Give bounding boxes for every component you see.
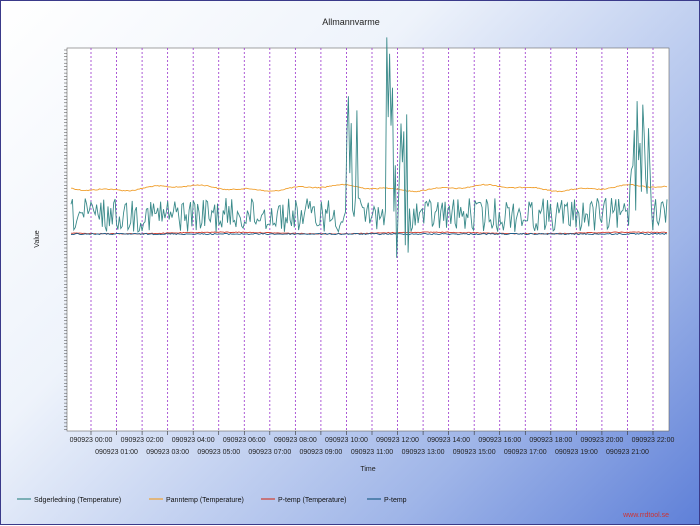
x-tick-label: 090923 16:00 xyxy=(478,437,521,444)
watermark: www.rrdtool.se xyxy=(622,512,669,519)
x-tick-label: 090923 14:00 xyxy=(427,437,470,444)
x-tick-label: 090923 05:00 xyxy=(197,449,240,456)
x-axis-label: Time xyxy=(360,466,375,473)
x-tick-label: 090923 17:00 xyxy=(504,449,547,456)
x-tick-label: 090923 03:00 xyxy=(146,449,189,456)
legend-label: P-temp (Temperature) xyxy=(278,497,346,504)
legend-label: P-temp xyxy=(384,497,407,504)
x-axis: 090923 00:00 090923 01:00 090923 02:00 0909… xyxy=(70,431,675,456)
y-axis xyxy=(64,49,67,430)
legend: Sdgerledning (Temperature) Panntemp (Temp… xyxy=(17,497,407,504)
legend-label: Panntemp (Temperature) xyxy=(166,497,244,504)
chart-svg: Allmannvarme 090923 00:00090923 01:00090… xyxy=(17,17,675,519)
x-tick-label: 090923 22:00 xyxy=(632,437,675,444)
x-tick-label: 090923 20:00 xyxy=(580,437,623,444)
x-tick-label: 090923 09:00 xyxy=(299,449,342,456)
x-tick-label: 090923 01:00 xyxy=(95,449,138,456)
x-tick-label: 090923 07:00 xyxy=(248,449,291,456)
x-tick-label: 090923 11:00 xyxy=(351,449,393,456)
x-tick-label: 090923 00:00 xyxy=(70,437,113,444)
x-tick-label: 090923 04:00 xyxy=(172,437,215,444)
x-tick-label: 090923 21:00 xyxy=(606,449,649,456)
plot-area xyxy=(66,47,670,432)
x-tick-label: 090923 02:00 xyxy=(121,437,164,444)
x-tick-label: 090923 18:00 xyxy=(529,437,572,444)
x-tick-label: 090923 13:00 xyxy=(402,449,445,456)
x-tick-label: 090923 10:00 xyxy=(325,437,368,444)
chart-title: Allmannvarme xyxy=(322,17,380,27)
x-tick-label: 090923 08:00 xyxy=(274,437,317,444)
x-tick-label: 090923 06:00 xyxy=(223,437,266,444)
y-axis-label: Value xyxy=(34,230,41,247)
x-tick-label: 090923 15:00 xyxy=(453,449,496,456)
x-tick-label: 090923 19:00 xyxy=(555,449,598,456)
legend-label: Sdgerledning (Temperature) xyxy=(34,497,121,504)
chart-frame: Allmannvarme 090923 00:00 090923 01:00 090… xyxy=(0,0,700,525)
x-tick-label: 090923 12:00 xyxy=(376,437,419,444)
